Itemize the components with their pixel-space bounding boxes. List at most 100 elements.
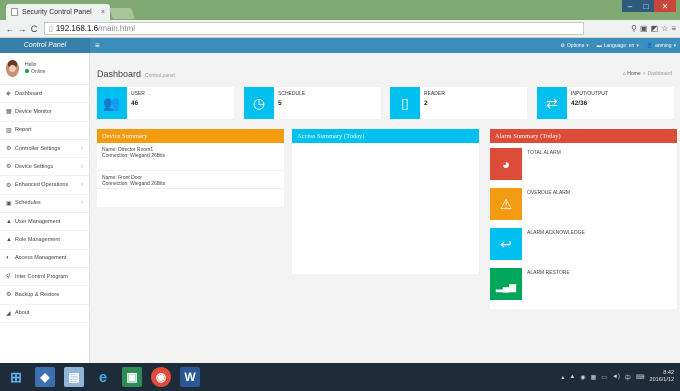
- info-box[interactable]: ⇄ Input/Output 42/36: [537, 87, 674, 119]
- ie-icon[interactable]: e: [93, 367, 113, 387]
- close-window-button[interactable]: ✕: [654, 0, 676, 12]
- alarm-item[interactable]: ◕ Total Alarm: [490, 143, 677, 183]
- tray-up-arrow-icon[interactable]: ▴: [561, 374, 564, 381]
- greeting: Hello: [25, 61, 37, 68]
- settings-icon: ⚙: [6, 146, 12, 153]
- user-icon: 👤: [646, 42, 654, 49]
- tray-security-icon[interactable]: ◉: [580, 374, 585, 381]
- new-tab-button[interactable]: [108, 8, 136, 19]
- sidebar-item[interactable]: ▣ Schedules ‹: [0, 195, 89, 214]
- gear-icon: ⚙: [560, 42, 565, 49]
- sidebar-item[interactable]: ◐ Access Management: [0, 250, 89, 268]
- tray-volume-icon[interactable]: ◄): [612, 374, 620, 380]
- tray-ime-icon[interactable]: 中: [625, 373, 631, 382]
- explorer-icon[interactable]: ▤: [64, 367, 84, 387]
- tray-app-icon[interactable]: ▲: [569, 374, 575, 380]
- info-box[interactable]: ▯ Reader 2: [390, 87, 527, 119]
- clock-icon: ◷: [244, 87, 274, 119]
- minimize-button[interactable]: –: [622, 0, 638, 12]
- translate-icon[interactable]: ▣: [640, 24, 648, 33]
- monitor-icon: ▦: [6, 109, 12, 116]
- sidebar-item-label: Report: [15, 127, 32, 134]
- breadcrumb-home[interactable]: Home: [627, 71, 640, 77]
- info-box-value: 42/36: [571, 100, 588, 107]
- tray-network-icon[interactable]: ▦: [591, 374, 597, 381]
- tray-battery-icon[interactable]: ▭: [601, 374, 607, 381]
- window-controls: – □ ✕: [622, 0, 676, 12]
- forward-icon[interactable]: →: [16, 24, 28, 34]
- tab-close-icon[interactable]: ×: [101, 9, 105, 16]
- app-icon[interactable]: ▣: [122, 367, 142, 387]
- windows-start-icon[interactable]: ⊞: [6, 367, 26, 387]
- alarm-item[interactable]: ↩ Alarm Acknowledge: [490, 223, 677, 263]
- sidebar-item[interactable]: ▦ Device Monitor: [0, 103, 89, 122]
- language-menu[interactable]: ▬ Language: en ▾: [597, 43, 639, 49]
- device-item[interactable]: Name: Front Door Connection: Wiegand 26Bi…: [97, 171, 284, 189]
- online-status: Online: [25, 69, 45, 76]
- browser-tab[interactable]: Security Control Panel ×: [6, 4, 110, 20]
- bookmark-star-icon[interactable]: ☆: [661, 24, 668, 33]
- signal-icon: ▂▄▆: [490, 268, 522, 300]
- dashboard-icon: ◈: [6, 91, 11, 98]
- sidebar-item[interactable]: ⚙ Backup & Restore: [0, 286, 89, 305]
- device-item[interactable]: Name: Director Room1 Connection: Wiegand …: [97, 143, 284, 171]
- info-box[interactable]: ◷ Schedule 5: [244, 87, 381, 119]
- sidebar-item-label: User Management: [15, 218, 61, 225]
- chrome-menu-icon[interactable]: ≡: [671, 24, 676, 33]
- alarm-label: Total Alarm: [527, 150, 561, 156]
- access-summary-header: Access Summary (Today): [292, 129, 479, 143]
- sidebar-item-label: Controller Settings: [15, 145, 61, 152]
- sidebar-item[interactable]: ▲ User Management: [0, 213, 89, 232]
- zoom-icon[interactable]: ⚲: [631, 24, 637, 33]
- sidebar-menu: ◈ Dashboard ▦ Device Monitor ▥ Report ⚙ Control…: [0, 85, 89, 323]
- caret-down-icon: ▾: [673, 42, 676, 49]
- alarm-item[interactable]: ⚠ Overdue Alarm: [490, 183, 677, 223]
- info-box-label: User: [131, 91, 145, 97]
- maximize-button[interactable]: □: [638, 0, 654, 12]
- alarm-item[interactable]: ▂▄▆ Alarm Restore: [490, 263, 677, 303]
- calendar-icon: ▣: [6, 200, 12, 207]
- device-connection: Connection: Wiegand 26Bits: [102, 181, 166, 187]
- device-summary-panel: Device Summary Name: Director Room1 Conne…: [97, 129, 284, 207]
- program-icon: ⚲: [6, 274, 11, 281]
- sidebar-item[interactable]: ⚲ Inter Control Program: [0, 268, 89, 287]
- info-box-label: Reader: [424, 91, 445, 97]
- language-label: Language: en: [603, 42, 635, 49]
- extension-icon[interactable]: ◩: [651, 24, 659, 33]
- info-box-value: 2: [424, 100, 428, 107]
- chevron-left-icon: ‹: [81, 145, 83, 152]
- reload-icon[interactable]: C: [28, 24, 40, 34]
- taskbar-clock[interactable]: 8:42 2016/1/12: [650, 370, 674, 384]
- username-label: anming: [655, 42, 672, 49]
- alarm-summary-panel: Alarm Summary (Today) ◕ Total Alarm ⚠ Overd…: [490, 129, 677, 309]
- sidebar: Hello Online ◈ Dashboard ▦ Device Monitor ▥ R…: [0, 53, 90, 363]
- user-menu[interactable]: 👤 anming ▾: [647, 43, 676, 49]
- info-box[interactable]: 👥 User 46: [97, 87, 234, 119]
- clock-date: 2016/1/12: [649, 377, 674, 383]
- sidebar-item-label: Backup & Restore: [15, 291, 60, 298]
- sidebar-item[interactable]: ◢ About: [0, 305, 89, 323]
- tray-keyboard-icon[interactable]: ⌨: [636, 374, 645, 381]
- chrome-icon[interactable]: ◉: [151, 367, 171, 387]
- user-panel: Hello Online: [0, 53, 89, 85]
- word-icon[interactable]: W: [180, 367, 200, 387]
- sidebar-item[interactable]: ⚙ Controller Settings ‹: [0, 140, 89, 159]
- back-icon[interactable]: ←: [4, 24, 16, 34]
- url-bar[interactable]: ▯ 192.168.1.6/main.html: [44, 22, 584, 35]
- system-tray: ▴ ▲ ◉ ▦ ▭ ◄) 中 ⌨ 8:42 2016/1/12: [561, 370, 680, 384]
- sidebar-item[interactable]: ◈ Dashboard: [0, 85, 89, 104]
- sidebar-toggle-icon[interactable]: ≡: [95, 41, 100, 50]
- sidebar-item[interactable]: ⚙ Enhanced Operations ‹: [0, 176, 89, 195]
- sidebar-item[interactable]: ⚙ Device Settings ‹: [0, 158, 89, 177]
- brand-logo[interactable]: Control Panel: [0, 38, 90, 53]
- alarm-summary-body: ◕ Total Alarm ⚠ Overdue Alarm ↩ Alarm Acknowl…: [490, 143, 677, 309]
- role-icon: ▲: [6, 237, 12, 244]
- status-dot-icon: [25, 69, 29, 74]
- users-icon: 👥: [97, 87, 127, 119]
- sidebar-item-label: Schedules: [15, 200, 41, 207]
- chevron-left-icon: ‹: [81, 200, 83, 207]
- sidebar-item[interactable]: ▥ Report: [0, 122, 89, 140]
- sidebar-item[interactable]: ▲ Role Management: [0, 231, 89, 250]
- store-icon[interactable]: ◆: [35, 367, 55, 387]
- options-menu[interactable]: ⚙ Options ▾: [561, 43, 589, 49]
